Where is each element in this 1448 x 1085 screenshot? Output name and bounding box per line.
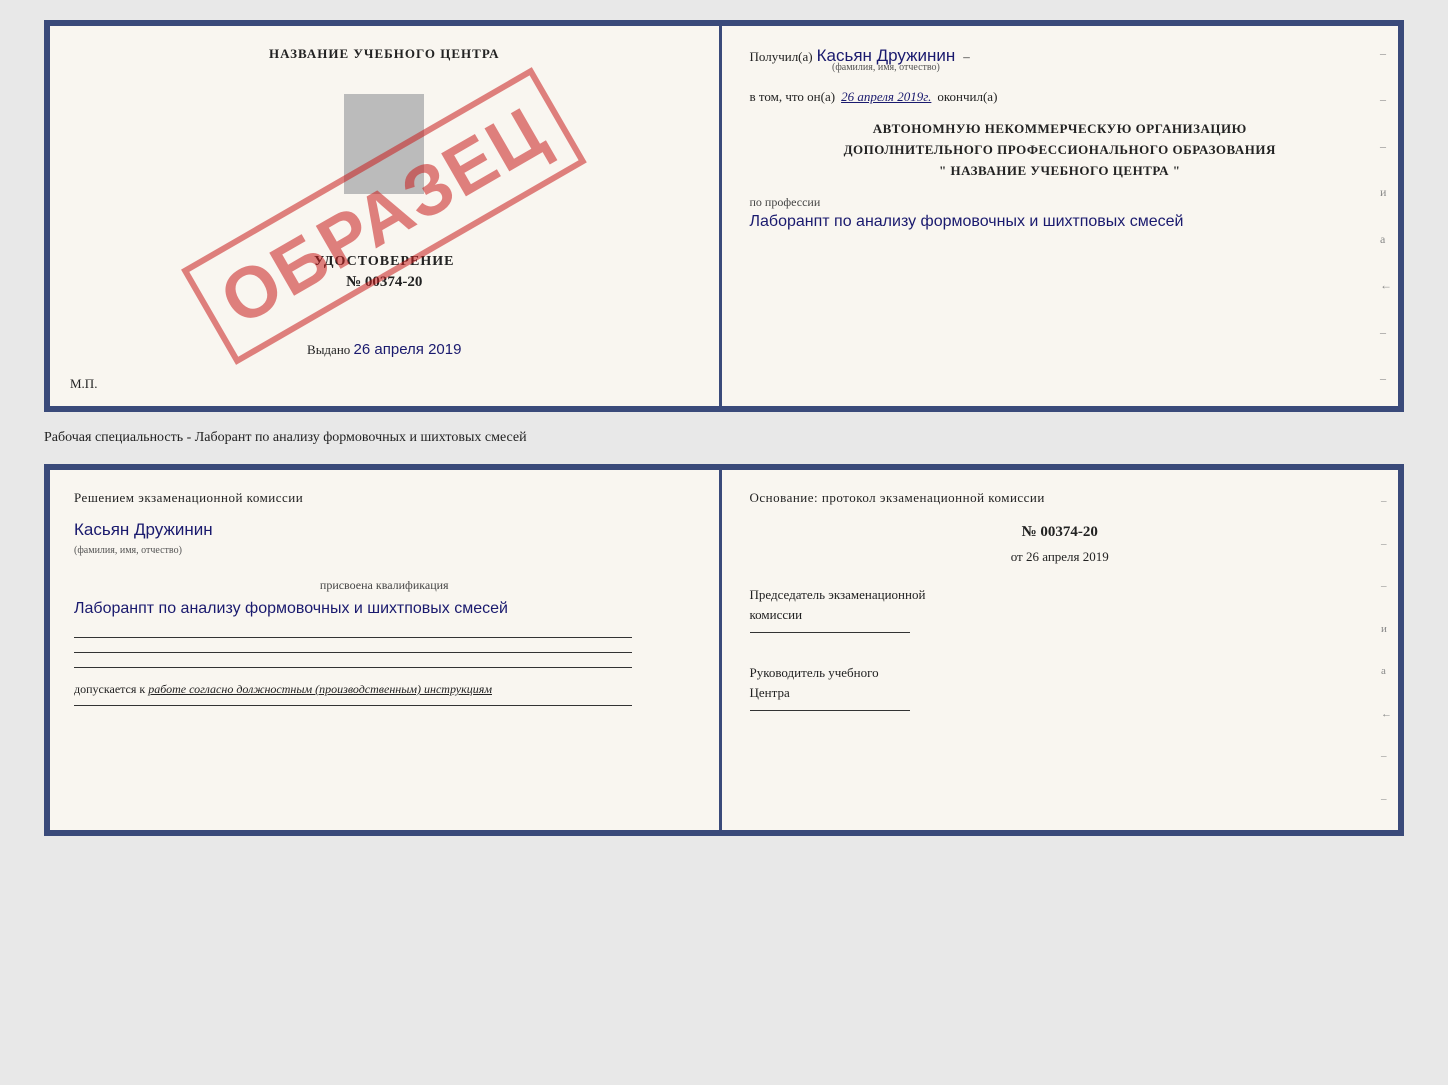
document-container: НАЗВАНИЕ УЧЕБНОГО ЦЕНТРА ОБРАЗЕЦ УДОСТОВ… [44, 20, 1404, 836]
letter-i: и [1380, 185, 1392, 200]
fio-label: (фамилия, имя, отчество) [817, 62, 956, 73]
edge-arrow: ← [1381, 708, 1392, 720]
vydano-date: 26 апреля 2019 [354, 341, 462, 358]
top-booklet-right: Получил(а) Касьян Дружинин (фамилия, имя… [722, 26, 1399, 406]
rukovoditel-label2: Центра [750, 683, 1371, 703]
dash-3: – [1380, 139, 1392, 154]
edge-letter-a: а [1381, 665, 1392, 677]
predsedatel-label1: Председатель экзаменационной [750, 585, 1371, 605]
bottom-sign-line [74, 705, 632, 706]
dash-5: – [1380, 371, 1392, 386]
edge-dash-2: – [1381, 538, 1392, 550]
edge-dash-3: – [1381, 580, 1392, 592]
bottom-booklet-left: Решением экзаменационной комиссии Касьян… [50, 470, 722, 830]
po-professii-block: по профессии Лаборанпт по анализу формов… [750, 195, 1371, 234]
ot-date: 26 апреля 2019 [1026, 549, 1109, 564]
resheniem-line: Решением экзаменационной комиссии [74, 490, 695, 506]
kvalifikaciya-value: Лаборанпт по анализу формовочных и шихтп… [74, 597, 695, 621]
bottom-fio-label: (фамилия, имя, отчество) [74, 545, 182, 556]
vtom-date: 26 апреля 2019г. [841, 89, 931, 105]
photo-placeholder [344, 94, 424, 194]
edge-dash-4: – [1381, 750, 1392, 762]
middle-caption: Рабочая специальность - Лаборант по анал… [44, 424, 1404, 452]
po-professii-value: Лаборанпт по анализу формовочных и шихтп… [750, 210, 1371, 234]
poluchil-prefix: Получил(а) [750, 49, 813, 65]
udostoverenie-block: УДОСТОВЕРЕНИЕ № 00374-20 [74, 254, 695, 291]
edge-dash-1: – [1381, 495, 1392, 507]
okonchil: окончил(а) [937, 89, 997, 105]
poluchil-line: Получил(а) Касьян Дружинин (фамилия, имя… [750, 46, 1371, 73]
sign-line-3 [74, 667, 632, 668]
top-booklet: НАЗВАНИЕ УЧЕБНОГО ЦЕНТРА ОБРАЗЕЦ УДОСТОВ… [44, 20, 1404, 412]
right-edge-marks-bottom: – – – и а ← – – [1381, 470, 1392, 830]
prisvoena-label: присвоена квалификация [74, 578, 695, 593]
right-edge-lines: – – – и а ← – – [1374, 26, 1398, 406]
bottom-lines-block [74, 637, 695, 668]
dash-2: – [1380, 92, 1392, 107]
org-line3: " НАЗВАНИЕ УЧЕБНОГО ЦЕНТРА " [750, 161, 1371, 182]
predsedatel-label2: комиссии [750, 605, 1371, 625]
edge-letter-i: и [1381, 623, 1392, 635]
bottom-name-handwritten: Касьян Дружинин [74, 520, 213, 539]
predsedatel-sign-line [750, 632, 910, 633]
vydano-line: Выдано 26 апреля 2019 [74, 341, 695, 358]
protokol-number: № 00374-20 [750, 524, 1371, 541]
org-block: АВТОНОМНУЮ НЕКОММЕРЧЕСКУЮ ОРГАНИЗАЦИЮ ДО… [750, 119, 1371, 181]
top-booklet-left: НАЗВАНИЕ УЧЕБНОГО ЦЕНТРА ОБРАЗЕЦ УДОСТОВ… [50, 26, 722, 406]
bottom-booklet-right: Основание: протокол экзаменационной коми… [722, 470, 1399, 830]
udostoverenie-number: № 00374-20 [74, 274, 695, 291]
vydano-prefix: Выдано [307, 342, 350, 357]
dopuskaetsya-value: работе согласно должностным (производств… [148, 682, 492, 696]
prisvoena-block: присвоена квалификация Лаборанпт по анал… [74, 578, 695, 621]
dopuskaetsya-prefix: допускается к [74, 682, 145, 696]
edge-dash-5: – [1381, 793, 1392, 805]
ot-prefix: от [1011, 549, 1023, 564]
vtom-line: в том, что он(а) 26 апреля 2019г. окончи… [750, 89, 1371, 105]
udostoverenie-label: УДОСТОВЕРЕНИЕ [74, 254, 695, 270]
dash-1: – [1380, 46, 1392, 61]
osnovanie-title: Основание: протокол экзаменационной коми… [750, 490, 1371, 506]
sign-line-2 [74, 652, 632, 653]
dash-separator: – [963, 49, 970, 65]
dash-4: – [1380, 325, 1392, 340]
top-left-title: НАЗВАНИЕ УЧЕБНОГО ЦЕНТРА [74, 46, 695, 62]
dopuskaetsya-block: допускается к работе согласно должностны… [74, 682, 695, 697]
org-line2: ДОПОЛНИТЕЛЬНОГО ПРОФЕССИОНАЛЬНОГО ОБРАЗО… [750, 140, 1371, 161]
sign-line-1 [74, 637, 632, 638]
mp-label: М.П. [70, 376, 97, 392]
org-line1: АВТОНОМНУЮ НЕКОММЕРЧЕСКУЮ ОРГАНИЗАЦИЮ [750, 119, 1371, 140]
rukovoditel-sign-line [750, 710, 910, 711]
letter-a: а [1380, 232, 1392, 247]
rukovoditel-label1: Руководитель учебного [750, 663, 1371, 683]
po-professii-label: по профессии [750, 195, 1371, 210]
arrow-left: ← [1380, 278, 1392, 293]
rukovoditel-block: Руководитель учебного Центра [750, 663, 1371, 711]
predsedatel-block: Председатель экзаменационной комиссии [750, 585, 1371, 633]
vtom-prefix: в том, что он(а) [750, 89, 836, 105]
ot-line: от 26 апреля 2019 [750, 549, 1371, 565]
bottom-booklet: Решением экзаменационной комиссии Касьян… [44, 464, 1404, 836]
